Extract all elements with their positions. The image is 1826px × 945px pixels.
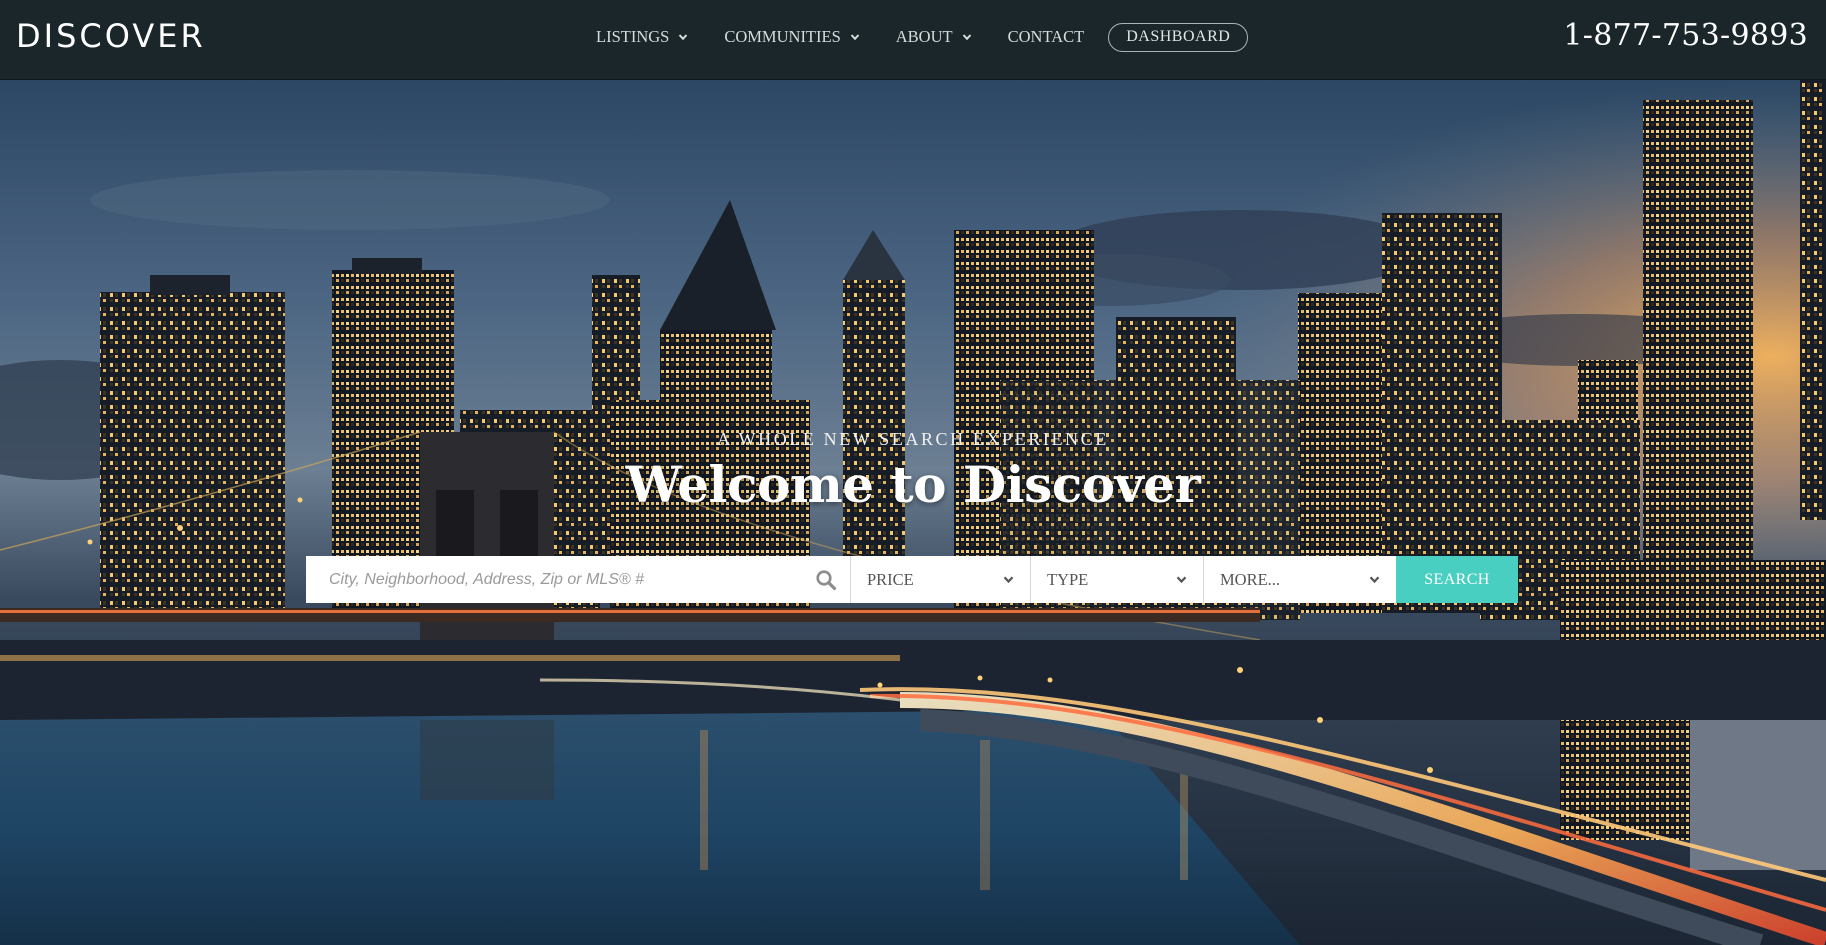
search-input[interactable] [306, 556, 850, 603]
more-dropdown-label: MORE... [1220, 569, 1281, 589]
nav-item-listings[interactable]: LISTINGS [596, 22, 688, 52]
type-dropdown[interactable]: TYPE [1031, 556, 1204, 603]
price-dropdown[interactable]: PRICE [851, 556, 1031, 603]
price-dropdown-label: PRICE [867, 569, 914, 589]
property-search-bar: PRICE TYPE MORE... SEARCH [306, 556, 1518, 603]
nav-item-label: ABOUT [895, 27, 953, 46]
chevron-down-icon [1369, 576, 1380, 584]
search-icon[interactable] [815, 569, 837, 591]
hero-title: Welcome to Discover [625, 455, 1201, 514]
type-dropdown-label: TYPE [1047, 569, 1089, 589]
nav-item-label: LISTINGS [596, 27, 670, 46]
site-logo[interactable]: DISCOVER [16, 16, 206, 56]
dashboard-button[interactable]: DASHBOARD [1108, 22, 1249, 52]
chevron-down-icon [1176, 576, 1187, 584]
chevron-down-icon [679, 34, 688, 41]
nav-item-label: COMMUNITIES [724, 27, 841, 46]
nav-item-label: CONTACT [1007, 27, 1085, 46]
nav-item-communities[interactable]: COMMUNITIES [724, 22, 860, 52]
nav-item-about[interactable]: ABOUT [896, 22, 972, 52]
chevron-down-icon [850, 34, 860, 41]
phone-number[interactable]: 1-877-753-9893 [1563, 16, 1808, 56]
top-navigation-bar: DISCOVER LISTINGS COMMUNITIES ABOUT CONT… [0, 0, 1826, 80]
search-field-wrapper [306, 556, 851, 603]
chevron-down-icon [1003, 576, 1014, 584]
chevron-down-icon [962, 34, 971, 41]
nav-item-contact[interactable]: CONTACT [1008, 22, 1085, 52]
main-nav: LISTINGS COMMUNITIES ABOUT CONTACT DASHB… [596, 22, 1249, 52]
hero-overline: A WHOLE NEW SEARCH EXPERIENCE [717, 429, 1109, 449]
hero-section: A WHOLE NEW SEARCH EXPERIENCE Welcome to… [0, 80, 1826, 945]
search-button[interactable]: SEARCH [1396, 556, 1518, 603]
more-filters-dropdown[interactable]: MORE... [1204, 556, 1396, 603]
